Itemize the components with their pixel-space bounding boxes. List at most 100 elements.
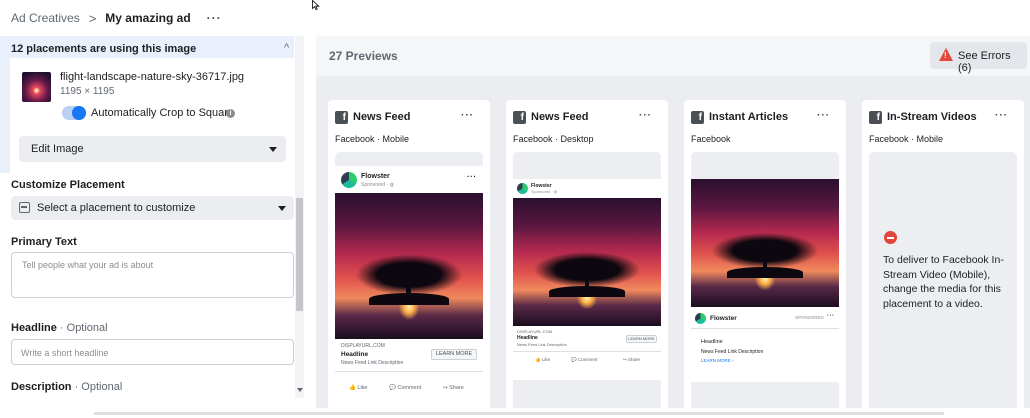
scroll-down-arrow-icon[interactable]	[297, 388, 303, 392]
brand-logo-icon	[341, 172, 357, 188]
ad-link-description: News Feed Link Description	[341, 360, 404, 366]
previews-count-title: 27 Previews	[329, 49, 398, 63]
select-placement-label: Select a placement to customize	[37, 202, 196, 214]
display-url: DISPLAYURL.COM	[341, 343, 385, 349]
image-thumbnail	[22, 72, 51, 102]
ad-image	[691, 179, 839, 307]
preview-card-title: Instant Articles	[709, 111, 789, 123]
preview-card-title: News Feed	[531, 111, 589, 123]
article-frame: Flowster SPONSORED ··· Headline News Fee…	[691, 152, 839, 408]
collapse-chevron-icon[interactable]: ^	[284, 42, 289, 54]
sponsored-label: SPONSORED	[795, 315, 824, 320]
preview-card-title: News Feed	[353, 111, 411, 123]
preview-card-subtitle: Facebook · Mobile	[869, 134, 944, 144]
description-label: Description · Optional	[11, 381, 122, 393]
placement-icon	[19, 202, 30, 213]
preview-card-in-stream-videos[interactable]: f In-Stream Videos ··· Facebook · Mobile…	[862, 100, 1024, 408]
brand-name: Flowster	[710, 315, 737, 322]
card-more-icon[interactable]: ···	[995, 110, 1008, 121]
image-dimensions: 1195 × 1195	[60, 86, 115, 97]
ad-image	[335, 193, 483, 339]
ad-link-description: News Feed Link Description	[701, 349, 764, 355]
ad-post: Flowster Sponsored · ◍ DISPLAYURL.COM He…	[513, 179, 661, 380]
horizontal-scrollbar[interactable]	[94, 412, 944, 415]
card-more-icon[interactable]: ···	[461, 110, 474, 121]
previews-header: 27 Previews ! See Errors (6)	[316, 36, 1030, 76]
learn-more-button[interactable]: LEARN MORE	[431, 349, 477, 360]
facebook-icon: f	[335, 111, 348, 124]
post-more-icon[interactable]: ···	[467, 172, 477, 181]
ad-headline: Headline	[701, 339, 723, 345]
card-more-icon[interactable]: ···	[639, 110, 652, 121]
share-button[interactable]: ↪ Share	[623, 357, 640, 363]
primary-text-placeholder: Tell people what your ad is about	[22, 260, 154, 270]
ad-image	[513, 198, 661, 326]
page-title: My amazing ad	[105, 11, 191, 25]
previews-panel: 27 Previews ! See Errors (6) f News Feed…	[316, 36, 1030, 408]
image-file-name: flight-landscape-nature-sky-36717.jpg	[60, 71, 245, 83]
see-errors-label: See Errors (6)	[958, 50, 1011, 74]
see-errors-button[interactable]: ! See Errors (6)	[930, 42, 1027, 74]
auto-crop-toggle[interactable]	[62, 106, 86, 120]
facebook-icon: f	[691, 111, 704, 124]
caret-down-icon	[269, 147, 277, 152]
preview-card-title: In-Stream Videos	[887, 111, 977, 123]
ad-editor-panel: 12 placements are using this image ^ fli…	[0, 36, 304, 408]
headline-label-text: Headline	[11, 322, 57, 334]
error-icon	[884, 231, 897, 244]
mouse-cursor-icon	[312, 0, 320, 10]
optional-tag: · Optional	[71, 381, 123, 393]
edit-image-dropdown[interactable]: Edit Image	[19, 136, 286, 162]
facebook-icon: f	[869, 111, 882, 124]
scrollbar-thumb[interactable]	[296, 198, 303, 311]
info-icon[interactable]: i	[226, 109, 235, 118]
sponsored-label: Sponsored · ◍	[361, 182, 394, 188]
sponsored-label: Sponsored · ◍	[531, 189, 558, 194]
learn-more-link[interactable]: LEARN MORE ›	[701, 358, 734, 363]
ad-headline: Headline	[341, 351, 369, 358]
post-more-icon[interactable]: ···	[827, 313, 835, 319]
edit-image-label: Edit Image	[31, 143, 84, 155]
select-placement-dropdown[interactable]: Select a placement to customize	[11, 196, 294, 220]
ad-link-description: News Feed Link Description	[517, 342, 567, 347]
preview-card-subtitle: Facebook · Mobile	[335, 134, 410, 144]
in-stream-error-message: To deliver to Facebook In-Stream Video (…	[883, 254, 1004, 310]
ad-headline: Headline	[517, 335, 538, 341]
headline-label: Headline · Optional	[11, 322, 108, 334]
toggle-knob	[72, 106, 86, 120]
placements-count-header: 12 placements are using this image	[11, 43, 197, 55]
breadcrumb-ad-creatives[interactable]: Ad Creatives	[11, 11, 80, 25]
brand-logo-icon	[517, 183, 528, 194]
more-options-icon[interactable]: ···	[207, 11, 222, 25]
preview-card-news-feed-mobile[interactable]: f News Feed ··· Facebook · Mobile Flowst…	[328, 100, 490, 408]
phone-frame: Flowster Sponsored · ◍ ··· DISPLAYURL.CO…	[335, 152, 483, 408]
primary-text-label: Primary Text	[11, 236, 77, 248]
video-frame: To deliver to Facebook In-Stream Video (…	[869, 152, 1017, 408]
like-button[interactable]: 👍 Like	[349, 385, 367, 391]
learn-more-button[interactable]: LEARN MORE	[626, 335, 657, 343]
top-bar: Ad Creatives > My amazing ad ···	[0, 0, 1030, 36]
primary-text-input[interactable]: Tell people what your ad is about	[11, 252, 294, 298]
ad-post: Flowster SPONSORED ··· Headline News Fee…	[691, 179, 839, 382]
like-button[interactable]: 👍 Like	[535, 357, 550, 363]
optional-tag: · Optional	[56, 322, 108, 334]
preview-card-news-feed-desktop[interactable]: f News Feed ··· Facebook · Desktop Flows…	[506, 100, 668, 408]
headline-input[interactable]: Write a short headline	[11, 339, 294, 365]
headline-placeholder: Write a short headline	[21, 348, 109, 358]
preview-card-subtitle: Facebook · Desktop	[513, 134, 594, 144]
display-url: DISPLAYURL.COM	[517, 329, 553, 334]
brand-logo-icon	[695, 313, 706, 324]
preview-card-subtitle: Facebook	[691, 134, 731, 144]
auto-crop-label: Automatically Crop to Square	[91, 107, 235, 119]
ad-post: Flowster Sponsored · ◍ ··· DISPLAYURL.CO…	[335, 166, 483, 408]
caret-down-icon	[278, 206, 286, 211]
brand-name: Flowster	[361, 173, 390, 180]
customize-placement-label: Customize Placement	[11, 179, 125, 191]
comment-button[interactable]: 💬 Comment	[389, 385, 421, 391]
preview-card-instant-articles[interactable]: f Instant Articles ··· Facebook Flowster…	[684, 100, 846, 408]
chevron-right-icon: >	[88, 10, 97, 26]
share-button[interactable]: ↪ Share	[443, 385, 464, 391]
facebook-icon: f	[513, 111, 526, 124]
comment-button[interactable]: 💬 Comment	[571, 357, 597, 363]
card-more-icon[interactable]: ···	[817, 110, 830, 121]
